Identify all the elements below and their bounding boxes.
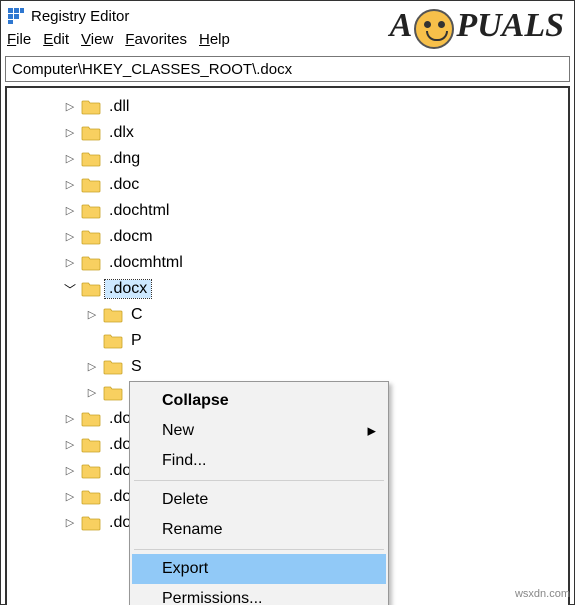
folder-icon bbox=[103, 307, 123, 323]
chevron-right-icon[interactable]: ▷ bbox=[85, 308, 99, 322]
menu-favorites[interactable]: Favorites bbox=[125, 31, 187, 48]
tree-item[interactable]: ▷ .docmhtml bbox=[7, 250, 568, 276]
chevron-right-icon[interactable]: ▷ bbox=[63, 126, 77, 140]
menu-help[interactable]: Help bbox=[199, 31, 230, 48]
cm-new[interactable]: New ▶ bbox=[132, 416, 386, 446]
tree-item-label: .docx bbox=[105, 280, 151, 298]
cm-collapse[interactable]: Collapse bbox=[132, 386, 386, 416]
folder-icon bbox=[81, 489, 101, 505]
window-title: Registry Editor bbox=[31, 8, 129, 25]
folder-icon bbox=[81, 281, 101, 297]
folder-icon bbox=[81, 125, 101, 141]
chevron-right-icon[interactable]: ▷ bbox=[63, 412, 77, 426]
tree-item[interactable]: ﹀ .docx bbox=[7, 276, 568, 302]
chevron-right-icon[interactable]: ▷ bbox=[63, 100, 77, 114]
folder-icon bbox=[81, 515, 101, 531]
chevron-right-icon[interactable]: ▷ bbox=[63, 490, 77, 504]
tree-item[interactable]: ▷ .dlx bbox=[7, 120, 568, 146]
folder-icon bbox=[81, 99, 101, 115]
chevron-right-icon[interactable]: ▷ bbox=[63, 516, 77, 530]
tree-item[interactable]: ▷ S bbox=[7, 354, 568, 380]
tree-item[interactable]: ▷ .doc bbox=[7, 172, 568, 198]
chevron-down-icon[interactable]: ﹀ bbox=[63, 281, 77, 298]
tree-item[interactable]: ▷ .dll bbox=[7, 94, 568, 120]
appuals-logo: A PUALS bbox=[390, 7, 564, 45]
cm-delete[interactable]: Delete bbox=[132, 485, 386, 515]
tree-item-label: .docmhtml bbox=[105, 254, 187, 272]
chevron-right-icon[interactable]: ▷ bbox=[85, 360, 99, 374]
cm-rename[interactable]: Rename bbox=[132, 515, 386, 545]
tree-item-label: P bbox=[127, 332, 146, 350]
tree-item-label: .doc bbox=[105, 176, 143, 194]
chevron-right-icon[interactable]: ▷ bbox=[63, 438, 77, 452]
chevron-right-icon[interactable]: ▷ bbox=[63, 230, 77, 244]
chevron-right-icon[interactable]: ▷ bbox=[63, 204, 77, 218]
folder-icon bbox=[81, 463, 101, 479]
tree-item-label: .dng bbox=[105, 150, 144, 168]
folder-icon bbox=[81, 203, 101, 219]
chevron-right-icon: ▶ bbox=[368, 425, 376, 438]
folder-icon bbox=[81, 255, 101, 271]
tree-item-label: .docm bbox=[105, 228, 157, 246]
menu-view[interactable]: View bbox=[81, 31, 113, 48]
tree-item-label: S bbox=[127, 358, 146, 376]
separator bbox=[134, 480, 384, 481]
address-bar[interactable]: Computer\HKEY_CLASSES_ROOT\.docx bbox=[5, 56, 570, 82]
tree-item[interactable]: ▷ .dochtml bbox=[7, 198, 568, 224]
tree-item-label: .dochtml bbox=[105, 202, 173, 220]
chevron-right-icon bbox=[85, 335, 99, 347]
folder-icon bbox=[103, 359, 123, 375]
tree-item-label: .dlx bbox=[105, 124, 138, 142]
chevron-right-icon[interactable]: ▷ bbox=[85, 386, 99, 400]
folder-icon bbox=[81, 177, 101, 193]
folder-icon bbox=[81, 229, 101, 245]
separator bbox=[134, 549, 384, 550]
folder-icon bbox=[81, 151, 101, 167]
tree-item[interactable]: ▷ C bbox=[7, 302, 568, 328]
cm-permissions[interactable]: Permissions... bbox=[132, 584, 386, 605]
tree-item[interactable]: ▷ .docm bbox=[7, 224, 568, 250]
cm-find[interactable]: Find... bbox=[132, 446, 386, 476]
folder-icon bbox=[81, 437, 101, 453]
chevron-right-icon[interactable]: ▷ bbox=[63, 178, 77, 192]
address-bar-value: Computer\HKEY_CLASSES_ROOT\.docx bbox=[12, 61, 292, 78]
folder-icon bbox=[103, 333, 123, 349]
context-menu: Collapse New ▶ Find... Delete Rename Exp… bbox=[129, 381, 389, 605]
menu-edit[interactable]: Edit bbox=[43, 31, 69, 48]
tree-item[interactable]: P bbox=[7, 328, 568, 354]
chevron-right-icon[interactable]: ▷ bbox=[63, 152, 77, 166]
tree-item[interactable]: ▷ .dng bbox=[7, 146, 568, 172]
tree-panel: ▷ .dll▷ .dlx▷ .dng▷ .doc▷ .dochtml▷ .doc… bbox=[5, 86, 570, 605]
regedit-icon bbox=[7, 7, 25, 25]
folder-icon bbox=[81, 411, 101, 427]
folder-icon bbox=[103, 385, 123, 401]
chevron-right-icon[interactable]: ▷ bbox=[63, 256, 77, 270]
face-icon bbox=[414, 9, 454, 49]
watermark: wsxdn.com bbox=[515, 588, 570, 600]
tree-item-label: .dll bbox=[105, 98, 133, 116]
chevron-right-icon[interactable]: ▷ bbox=[63, 464, 77, 478]
menu-file[interactable]: File bbox=[7, 31, 31, 48]
cm-export[interactable]: Export bbox=[132, 554, 386, 584]
tree-item-label: C bbox=[127, 306, 147, 324]
